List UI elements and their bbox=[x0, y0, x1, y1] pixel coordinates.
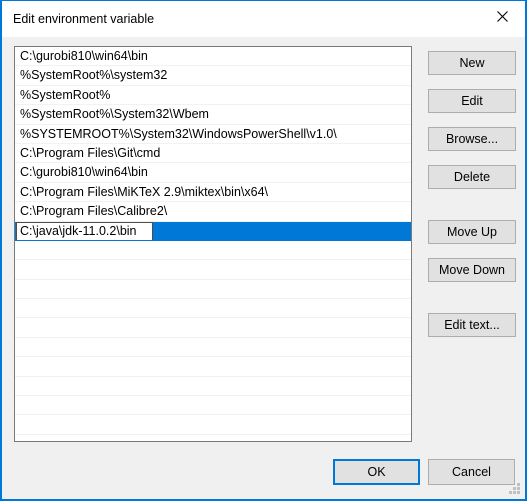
path-list[interactable]: C:\gurobi810\win64\bin %SystemRoot%\syste… bbox=[14, 46, 412, 442]
list-item-empty[interactable] bbox=[15, 318, 411, 338]
list-item-empty[interactable] bbox=[15, 357, 411, 377]
close-icon bbox=[497, 10, 508, 22]
ok-button[interactable]: OK bbox=[333, 459, 420, 485]
edit-environment-variable-dialog: Edit environment variable C:\gurobi810\w… bbox=[0, 0, 527, 501]
cancel-button[interactable]: Cancel bbox=[428, 459, 515, 485]
edit-button[interactable]: Edit bbox=[428, 89, 516, 113]
list-item[interactable]: C:\Program Files\Git\cmd bbox=[15, 144, 411, 164]
resize-grip-icon[interactable] bbox=[509, 483, 521, 495]
list-item[interactable]: C:\gurobi810\win64\bin bbox=[15, 163, 411, 183]
list-item-empty[interactable] bbox=[15, 338, 411, 358]
list-item-empty[interactable] bbox=[15, 260, 411, 280]
inline-edit-input[interactable] bbox=[16, 221, 153, 240]
delete-button[interactable]: Delete bbox=[428, 165, 516, 189]
window-title: Edit environment variable bbox=[13, 12, 155, 26]
list-item-empty[interactable] bbox=[15, 415, 411, 435]
list-item[interactable]: %SystemRoot% bbox=[15, 86, 411, 106]
list-item-empty[interactable] bbox=[15, 396, 411, 416]
move-down-button[interactable]: Move Down bbox=[428, 258, 516, 282]
new-button[interactable]: New bbox=[428, 51, 516, 75]
list-item-selected[interactable] bbox=[15, 221, 411, 241]
list-item-empty[interactable] bbox=[15, 435, 411, 441]
list-item[interactable]: C:\Program Files\Calibre2\ bbox=[15, 202, 411, 222]
move-up-button[interactable]: Move Up bbox=[428, 220, 516, 244]
edit-text-button[interactable]: Edit text... bbox=[428, 313, 516, 337]
list-item[interactable]: C:\Program Files\MiKTeX 2.9\miktex\bin\x… bbox=[15, 183, 411, 203]
list-item-empty[interactable] bbox=[15, 299, 411, 319]
list-item-empty[interactable] bbox=[15, 280, 411, 300]
browse-button[interactable]: Browse... bbox=[428, 127, 516, 151]
list-item[interactable]: C:\gurobi810\win64\bin bbox=[15, 47, 411, 67]
list-item[interactable]: %SystemRoot%\System32\Wbem bbox=[15, 105, 411, 125]
list-item[interactable]: %SystemRoot%\system32 bbox=[15, 66, 411, 86]
list-item-empty[interactable] bbox=[15, 377, 411, 397]
list-item[interactable]: %SYSTEMROOT%\System32\WindowsPowerShell\… bbox=[15, 125, 411, 144]
title-bar: Edit environment variable bbox=[2, 1, 525, 37]
list-item-empty[interactable] bbox=[15, 241, 411, 261]
close-button[interactable] bbox=[480, 1, 525, 31]
